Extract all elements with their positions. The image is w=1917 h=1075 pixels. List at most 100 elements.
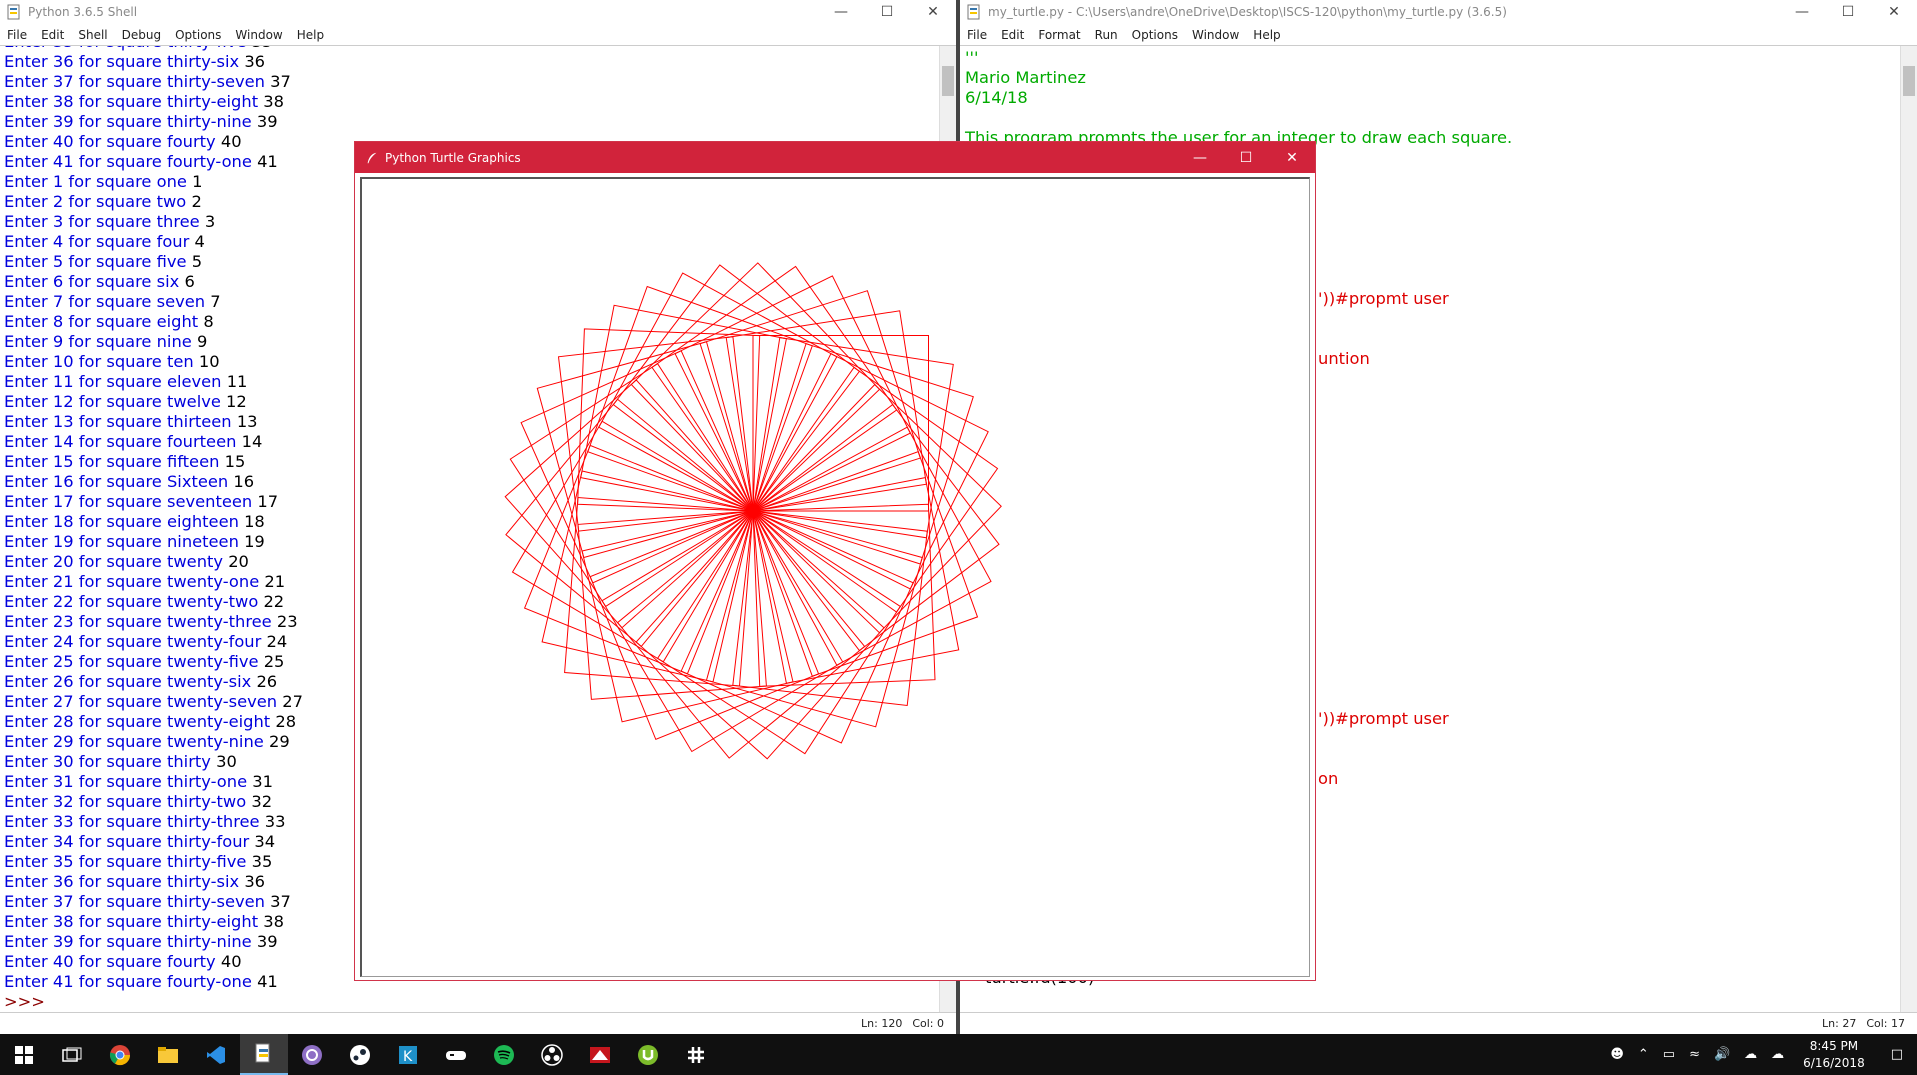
shell-line-prompt: Enter 29 for square twenty-nine: [4, 732, 269, 751]
turtle-canvas[interactable]: [360, 177, 1310, 977]
shell-line: Enter 23 for square twenty-three 23: [4, 612, 303, 632]
shell-line: Enter 37 for square thirty-seven 37: [4, 892, 303, 912]
maximize-button[interactable]: ☐: [864, 0, 910, 24]
editor-titlebar[interactable]: my_turtle.py - C:\Users\andre\OneDrive\D…: [960, 0, 1917, 24]
editor-menu-file[interactable]: File: [960, 28, 994, 42]
shell-line-answer: 27: [282, 692, 303, 711]
shell-line: Enter 36 for square thirty-six 36: [4, 872, 303, 892]
menu-window[interactable]: Window: [228, 28, 289, 42]
shell-line-prompt: Enter 31 for square thirty-one: [4, 772, 253, 791]
editor-menu-help[interactable]: Help: [1246, 28, 1287, 42]
close-button[interactable]: ✕: [910, 0, 956, 24]
shell-line: Enter 27 for square twenty-seven 27: [4, 692, 303, 712]
turtle-square: [577, 510, 767, 700]
taskbar: K ☻ ⌃ ▭ ≈ 🔊 ☁ ☁ 8:45 PM 6/16/2018 □: [0, 1034, 1917, 1075]
steam-icon[interactable]: [336, 1034, 384, 1075]
battery-icon[interactable]: ▭: [1656, 1047, 1682, 1062]
editor-line-number: Ln: 27: [1822, 1017, 1857, 1030]
python-idle-taskbar-icon[interactable]: [240, 1034, 288, 1075]
minimize-button[interactable]: —: [818, 0, 864, 24]
turtle-square: [752, 335, 929, 512]
python-file-icon: [967, 4, 980, 20]
shell-line: Enter 25 for square twenty-five 25: [4, 652, 303, 672]
shell-line-answer: 10: [198, 352, 220, 371]
shell-line: Enter 29 for square twenty-nine 29: [4, 732, 303, 752]
shell-prompt[interactable]: >>>: [4, 992, 303, 1012]
editor-minimize-button[interactable]: —: [1779, 0, 1825, 24]
obs-icon[interactable]: [528, 1034, 576, 1075]
slack-icon[interactable]: [672, 1034, 720, 1075]
turtle-drawing: [504, 262, 1002, 760]
shell-scroll-thumb[interactable]: [942, 66, 954, 96]
shell-line: Enter 17 for square seventeen 17: [4, 492, 303, 512]
shell-line-prompt: Enter 25 for square twenty-five: [4, 652, 264, 671]
shell-line-answer: 33: [264, 812, 286, 831]
shell-line-prompt: Enter 33 for square thirty-three: [4, 812, 265, 831]
shell-line-prompt: Enter 2 for square two: [4, 192, 192, 211]
shell-line: Enter 9 for square nine 9: [4, 332, 303, 352]
turtle-minimize-button[interactable]: —: [1177, 142, 1223, 173]
krita-icon[interactable]: K: [384, 1034, 432, 1075]
menu-options[interactable]: Options: [168, 28, 228, 42]
shell-line: Enter 38 for square thirty-eight 38: [4, 912, 303, 932]
shell-line-answer: 40: [220, 952, 242, 971]
editor-menu-edit[interactable]: Edit: [994, 28, 1031, 42]
vscode-icon[interactable]: [192, 1034, 240, 1075]
menu-file[interactable]: File: [0, 28, 34, 42]
turtle-maximize-button[interactable]: ☐: [1223, 142, 1269, 173]
shell-line: Enter 35 for square thirty-five 35: [4, 852, 303, 872]
turtle-square: [598, 272, 838, 512]
editor-menu-window[interactable]: Window: [1185, 28, 1246, 42]
turtle-close-button[interactable]: ✕: [1269, 142, 1315, 173]
game-controller-icon[interactable]: [432, 1034, 480, 1075]
clock[interactable]: 8:45 PM 6/16/2018: [1791, 1038, 1877, 1072]
editor-menu-run[interactable]: Run: [1088, 28, 1125, 42]
editor-scroll-thumb[interactable]: [1903, 66, 1915, 96]
menu-help[interactable]: Help: [290, 28, 331, 42]
shell-output: Enter 35 for square thirty-five 35Enter …: [4, 46, 303, 1012]
shell-line-prompt: Enter 37 for square thirty-seven: [4, 72, 271, 91]
editor-menu-options[interactable]: Options: [1125, 28, 1185, 42]
shell-line-prompt: Enter 19 for square nineteen: [4, 532, 245, 551]
shell-line: Enter 13 for square thirteen 13: [4, 412, 303, 432]
menu-debug[interactable]: Debug: [115, 28, 168, 42]
shell-line-answer: 32: [251, 792, 273, 811]
red-app-icon[interactable]: [576, 1034, 624, 1075]
editor-menu-format[interactable]: Format: [1031, 28, 1087, 42]
windows-start-icon[interactable]: [0, 1034, 48, 1075]
shell-menubar: File Edit Shell Debug Options Window Hel…: [0, 24, 956, 46]
task-view-icon[interactable]: [48, 1034, 96, 1075]
turtle-titlebar[interactable]: Python Turtle Graphics — ☐ ✕: [355, 142, 1315, 173]
spotify-icon[interactable]: [480, 1034, 528, 1075]
system-tray: ☻ ⌃ ▭ ≈ 🔊 ☁ ☁ 8:45 PM 6/16/2018 □: [1603, 1034, 1917, 1075]
shell-line: Enter 20 for square twenty 20: [4, 552, 303, 572]
shell-line-answer: 11: [226, 372, 248, 391]
file-explorer-icon[interactable]: [144, 1034, 192, 1075]
shell-line-answer: 30: [216, 752, 237, 771]
turtle-cursor: [750, 508, 756, 514]
shell-line-answer: 36: [244, 872, 266, 891]
shell-line-prompt: Enter 35 for square thirty-five: [4, 852, 252, 871]
chevron-up-icon[interactable]: ⌃: [1631, 1047, 1656, 1062]
editor-menubar: File Edit Format Run Options Window Help: [960, 24, 1917, 46]
shell-line-prompt: Enter 30 for square thirty: [4, 752, 217, 771]
shell-line-prompt: Enter 28 for square twenty-eight: [4, 712, 276, 731]
app-circle-icon[interactable]: [288, 1034, 336, 1075]
utorrent-icon[interactable]: [624, 1034, 672, 1075]
menu-shell[interactable]: Shell: [71, 28, 114, 42]
editor-close-button[interactable]: ✕: [1871, 0, 1917, 24]
editor-maximize-button[interactable]: ☐: [1825, 0, 1871, 24]
turtle-square: [752, 383, 1002, 634]
cloud-icon[interactable]: ☁: [1737, 1047, 1764, 1062]
chrome-icon[interactable]: [96, 1034, 144, 1075]
notifications-icon[interactable]: □: [1877, 1047, 1917, 1062]
editor-scrollbar[interactable]: [1900, 46, 1917, 1012]
menu-edit[interactable]: Edit: [34, 28, 71, 42]
volume-icon[interactable]: 🔊: [1707, 1047, 1737, 1062]
onedrive-icon[interactable]: ☁: [1764, 1047, 1791, 1062]
shell-titlebar[interactable]: Python 3.6.5 Shell — ☐ ✕: [0, 0, 956, 24]
wifi-icon[interactable]: ≈: [1682, 1047, 1707, 1062]
turtle-square: [580, 304, 787, 512]
people-icon[interactable]: ☻: [1603, 1047, 1631, 1062]
shell-line-answer: 39: [256, 112, 278, 131]
